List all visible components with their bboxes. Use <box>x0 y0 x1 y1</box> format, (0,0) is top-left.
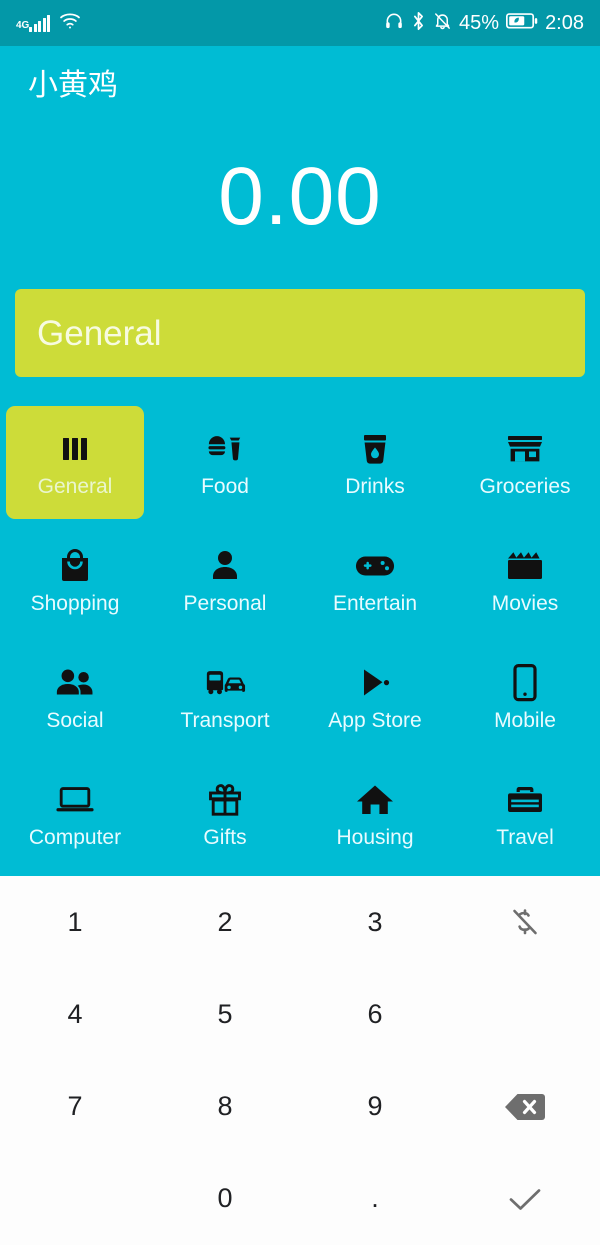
note-input[interactable]: General <box>15 289 585 377</box>
category-shopping[interactable]: Shopping <box>0 521 150 638</box>
category-label: Food <box>201 475 249 498</box>
battery-power-saving-icon <box>506 12 538 35</box>
category-travel[interactable]: Travel <box>450 755 600 872</box>
category-label: Social <box>46 709 104 732</box>
money-off-icon <box>508 905 542 939</box>
amount-display[interactable]: 0.00 <box>0 156 600 238</box>
confirm-button[interactable] <box>450 1153 600 1245</box>
briefcase-icon <box>506 779 544 821</box>
status-bar-left: 4G <box>16 12 88 35</box>
bell-off-icon <box>433 11 452 36</box>
key-3[interactable]: 3 <box>300 876 450 968</box>
category-housing[interactable]: Housing <box>300 755 450 872</box>
bluetooth-icon <box>411 11 426 36</box>
category-label: Gifts <box>203 826 247 849</box>
laptop-icon <box>55 779 95 821</box>
category-general[interactable]: General <box>6 406 144 519</box>
phone-screen: 4G 45% 2:08 小黄鸡 0.00 General General Foo… <box>0 0 600 1245</box>
drink-cup-icon <box>359 428 391 470</box>
play-store-icon <box>357 662 393 704</box>
status-bar-right: 45% 2:08 <box>377 11 584 36</box>
category-label: Housing <box>336 826 414 849</box>
gift-icon <box>207 779 243 821</box>
money-off-button[interactable] <box>450 876 600 968</box>
category-computer[interactable]: Computer <box>0 755 150 872</box>
category-label: Transport <box>180 709 270 732</box>
key-5[interactable]: 5 <box>150 968 300 1060</box>
key-2[interactable]: 2 <box>150 876 300 968</box>
category-mobile[interactable]: Mobile <box>450 638 600 755</box>
battery-percent-label: 45% <box>459 12 500 34</box>
people-icon <box>54 662 96 704</box>
category-personal[interactable]: Personal <box>150 521 300 638</box>
category-label: Movies <box>491 592 559 615</box>
clapperboard-icon <box>506 545 544 587</box>
key-9[interactable]: 9 <box>300 1061 450 1153</box>
bus-car-icon <box>204 662 246 704</box>
category-label: Drinks <box>345 475 405 498</box>
fastfood-icon <box>206 428 244 470</box>
main-cyan-panel: 小黄鸡 0.00 General General Food Drinks Gro… <box>0 46 600 876</box>
category-label: Travel <box>496 826 554 849</box>
person-icon <box>209 545 241 587</box>
backspace-icon <box>503 1091 547 1123</box>
key-8[interactable]: 8 <box>150 1061 300 1153</box>
category-label: Mobile <box>494 709 556 732</box>
key-blank-2 <box>0 1153 150 1245</box>
category-gifts[interactable]: Gifts <box>150 755 300 872</box>
view-columns-icon <box>57 428 93 470</box>
category-app-store[interactable]: App Store <box>300 638 450 755</box>
network-type-label: 4G <box>16 19 30 31</box>
category-entertain[interactable]: Entertain <box>300 521 450 638</box>
signal-bars-icon <box>29 14 52 32</box>
key-decimal[interactable]: . <box>300 1153 450 1245</box>
status-bar: 4G 45% 2:08 <box>0 0 600 46</box>
shopping-bag-icon <box>58 545 92 587</box>
key-0[interactable]: 0 <box>150 1153 300 1245</box>
page-title: 小黄鸡 <box>28 69 118 102</box>
headphone-icon <box>384 11 404 36</box>
category-social[interactable]: Social <box>0 638 150 755</box>
key-1[interactable]: 1 <box>0 876 150 968</box>
category-groceries[interactable]: Groceries <box>450 404 600 521</box>
category-label: Personal <box>183 592 267 615</box>
category-transport[interactable]: Transport <box>150 638 300 755</box>
category-food[interactable]: Food <box>150 404 300 521</box>
category-movies[interactable]: Movies <box>450 521 600 638</box>
numeric-keypad: 1 2 3 4 5 6 7 8 9 0 . <box>0 876 600 1245</box>
category-label: Groceries <box>479 475 571 498</box>
key-4[interactable]: 4 <box>0 968 150 1060</box>
category-label: Entertain <box>332 592 418 615</box>
wifi-icon <box>59 12 81 35</box>
clock-label: 2:08 <box>545 12 584 34</box>
note-input-value: General <box>37 313 162 353</box>
home-icon <box>356 779 394 821</box>
category-drinks[interactable]: Drinks <box>300 404 450 521</box>
key-7[interactable]: 7 <box>0 1061 150 1153</box>
store-icon <box>506 428 544 470</box>
key-6[interactable]: 6 <box>300 968 450 1060</box>
gamepad-icon <box>355 545 395 587</box>
category-grid: General Food Drinks Groceries Shopping P… <box>0 404 600 872</box>
check-icon <box>506 1184 544 1214</box>
category-label: Computer <box>28 826 122 849</box>
category-label: App Store <box>328 709 422 732</box>
backspace-button[interactable] <box>450 1061 600 1153</box>
smartphone-icon <box>512 662 538 704</box>
category-label: General <box>37 475 113 498</box>
key-blank-1 <box>450 968 600 1060</box>
category-label: Shopping <box>30 592 120 615</box>
